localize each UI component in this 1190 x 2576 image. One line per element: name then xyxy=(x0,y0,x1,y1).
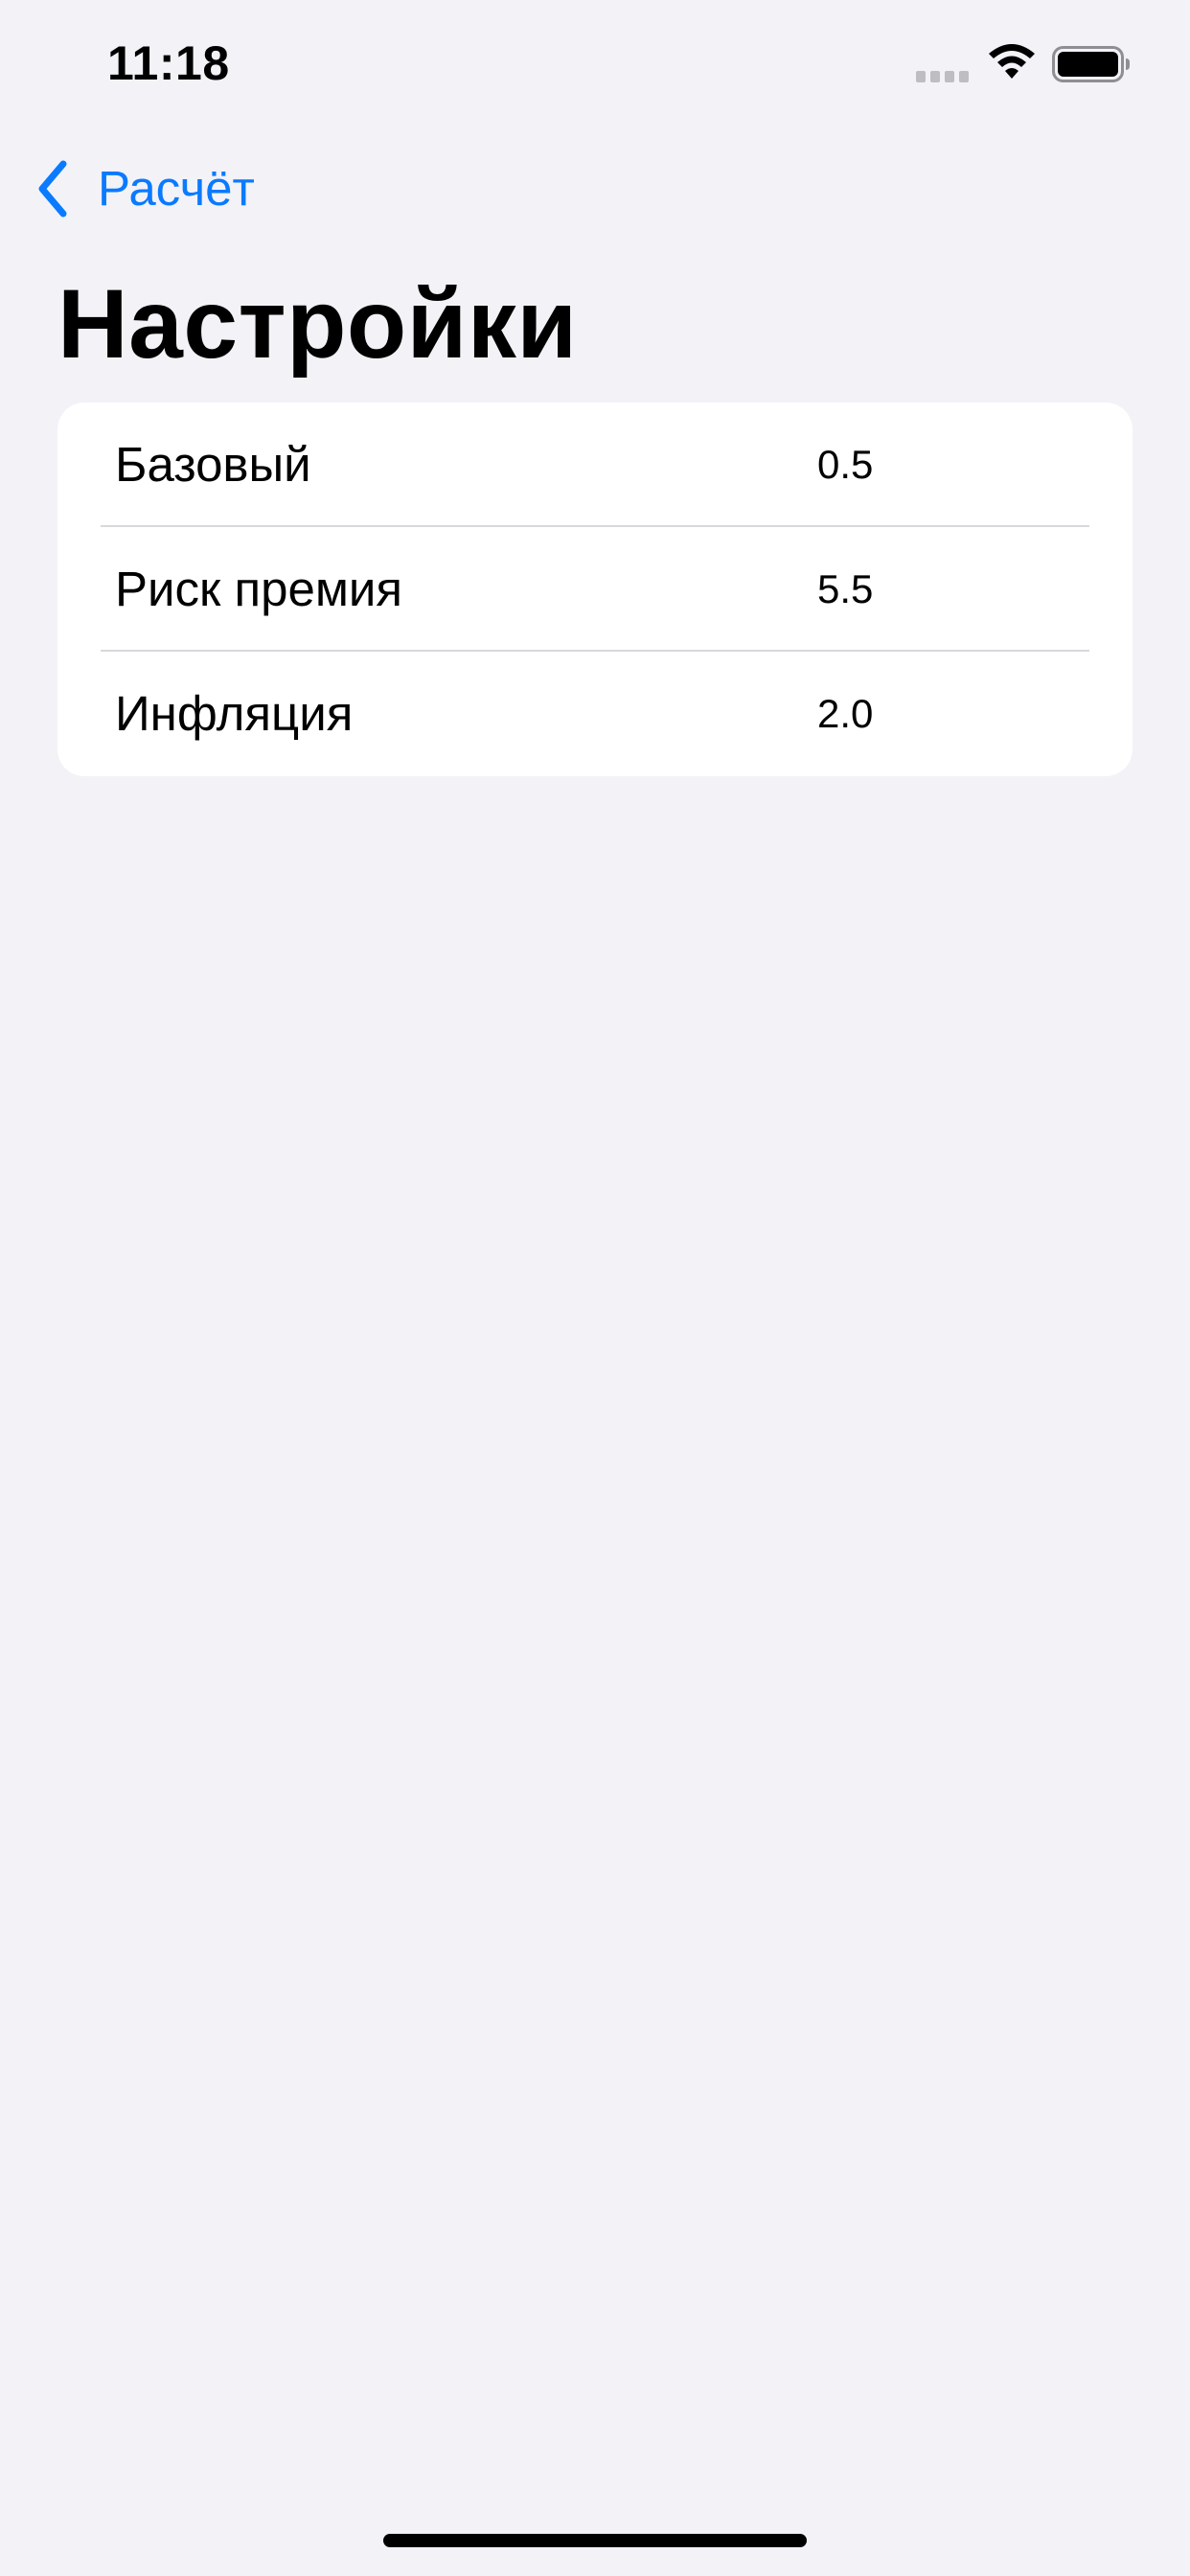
row-label: Базовый xyxy=(115,437,311,492)
back-label: Расчёт xyxy=(98,161,255,216)
chevron-left-icon xyxy=(38,160,67,218)
row-value-input[interactable]: 2.0 xyxy=(817,690,873,738)
row-label: Риск премия xyxy=(115,562,402,616)
settings-list: Базовый 0.5 Риск премия 5.5 Инфляция 2.0 xyxy=(57,402,1133,776)
settings-row-risk-premium[interactable]: Риск премия 5.5 xyxy=(57,527,1133,652)
row-label: Инфляция xyxy=(115,686,354,741)
status-bar: 11:18 xyxy=(0,0,1190,126)
row-value-input[interactable]: 5.5 xyxy=(817,565,873,613)
page-title: Настройки xyxy=(57,269,578,379)
settings-screen: 11:18 Расчёт Настройки Базовый 0.5 Риск … xyxy=(0,0,1190,2576)
row-value-input[interactable]: 0.5 xyxy=(817,441,873,489)
wifi-icon xyxy=(989,44,1035,79)
settings-row-base[interactable]: Базовый 0.5 xyxy=(57,402,1133,527)
home-indicator[interactable] xyxy=(383,2534,807,2547)
status-time: 11:18 xyxy=(107,36,230,90)
back-button[interactable]: Расчёт xyxy=(34,153,255,224)
signal-icon xyxy=(916,71,969,82)
battery-icon xyxy=(1052,46,1130,82)
settings-row-inflation[interactable]: Инфляция 2.0 xyxy=(57,652,1133,776)
